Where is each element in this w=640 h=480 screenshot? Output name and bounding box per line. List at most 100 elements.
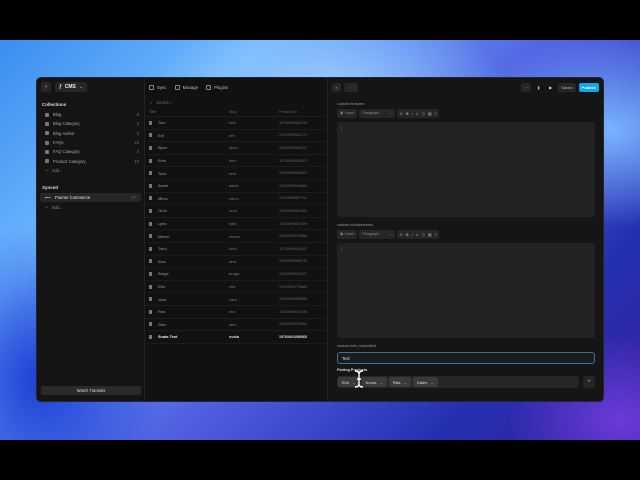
tab-plugins[interactable]: Plugins xyxy=(206,84,229,90)
plus-icon: + xyxy=(45,204,48,210)
table-row[interactable]: Asbel asbel 15760599504809 xyxy=(145,180,327,193)
row-product-id: 15760599569537 xyxy=(279,145,307,150)
sidebar-item-collection[interactable]: Blog Category 3 xyxy=(37,119,144,128)
table-row[interactable]: Vara vara 15760599880589 xyxy=(145,293,327,306)
bold-icon[interactable]: B xyxy=(406,111,409,116)
bold-icon[interactable]: B xyxy=(406,232,409,237)
table-row[interactable]: Svala Test svala 15760601098565 xyxy=(145,331,327,344)
table-row[interactable]: Rea rea 15760599474705 xyxy=(145,306,327,319)
chevron-down-icon[interactable]: ⌄ xyxy=(430,380,433,385)
table-row[interactable]: Erit erit 15760599581272 xyxy=(145,130,327,143)
table-row[interactable]: Bjorn bjorn 15760599569537 xyxy=(145,142,327,155)
table-row[interactable]: Maren maren 15760599575965 xyxy=(145,230,327,243)
document-icon xyxy=(149,183,152,188)
table-row[interactable]: Einn einn 15760599630873 xyxy=(145,155,327,168)
row-title-cell: Einn xyxy=(145,158,229,163)
italic-icon[interactable]: I xyxy=(412,232,413,237)
paragraph-select[interactable]: Paragraph ⌄ xyxy=(359,108,396,118)
document-icon xyxy=(149,171,152,176)
row-slug: lyria xyxy=(229,221,237,227)
link-icon[interactable]: ⊘ xyxy=(399,232,402,237)
underline-icon[interactable]: ∪ xyxy=(416,232,419,237)
paragraph-select-label: Paragraph xyxy=(362,232,380,236)
analytics-button[interactable]: ▮ xyxy=(534,83,543,92)
product-tag[interactable]: Norna ⌄ xyxy=(361,377,387,387)
row-product-id: 15760599880589 xyxy=(279,297,307,302)
column-title[interactable]: Title xyxy=(145,110,229,114)
row-product-id: 15766599482153 xyxy=(279,120,307,125)
italic-icon[interactable]: I xyxy=(412,111,413,116)
column-product-id[interactable]: Product ID xyxy=(279,110,297,114)
code-icon[interactable]: ⟨⟩ xyxy=(422,232,425,237)
table-row[interactable]: Tove tove 15760599886407 xyxy=(145,167,327,180)
insert-icon: ▣ xyxy=(340,111,344,115)
sidebar-item-collection[interactable]: Product Category 10 xyxy=(37,156,144,165)
row-title: Brage xyxy=(158,271,169,277)
manage-icon xyxy=(174,84,180,90)
add-synced-button[interactable]: + Add... xyxy=(37,202,144,211)
sidebar-item-collection[interactable]: Blog 8 xyxy=(37,110,144,119)
text-cursor-icon xyxy=(354,370,364,388)
row-product-id: 15760599504809 xyxy=(279,183,307,188)
row-slug: einn xyxy=(229,158,237,164)
list-icon[interactable]: ≡ xyxy=(435,111,437,116)
included-textarea[interactable]: | xyxy=(337,243,595,338)
tab-plugins-label: Plugins xyxy=(214,84,229,90)
chevron-down-icon[interactable]: ⌄ xyxy=(379,380,382,385)
preview-button[interactable]: ▶ xyxy=(546,83,555,92)
search-input[interactable]: ⌕ Search... xyxy=(145,96,327,108)
table-body: Tom tom 15766599482153 Erit erit 157605995812… xyxy=(145,117,327,344)
table-row[interactable]: Mirco mirco 15760599557751 xyxy=(145,193,327,206)
document-icon xyxy=(149,234,152,239)
tab-sync[interactable]: Sync xyxy=(149,84,167,90)
product-tag[interactable]: Dalen ⌄ xyxy=(412,377,438,387)
table-row[interactable]: Orrio orrio 15760599481881 xyxy=(145,205,327,218)
sidebar-item-count: 10 xyxy=(134,158,139,164)
image-icon[interactable]: ▦ xyxy=(428,232,432,237)
play-icon: ▶ xyxy=(549,84,553,90)
more-button[interactable]: ··· xyxy=(521,82,532,92)
nav-arrows[interactable]: ‹ › xyxy=(344,82,358,92)
image-icon[interactable]: ▦ xyxy=(428,111,432,116)
insert-button[interactable]: ▣ Insert xyxy=(337,108,358,118)
table-row[interactable]: Sten sten 15760599702981 xyxy=(145,319,327,332)
product-tag[interactable]: Rikk ⌄ xyxy=(388,377,411,387)
table-row[interactable]: Tom tom 15766599482153 xyxy=(145,117,327,130)
table-row[interactable]: Elia elia 15760599778865 xyxy=(145,281,327,294)
row-product-id: 15760599474705 xyxy=(279,309,307,314)
sidebar-item-collection[interactable]: FAQ Category 4 xyxy=(37,147,144,156)
row-title: Torio xyxy=(158,246,167,252)
chevron-down-icon[interactable]: ⌄ xyxy=(404,380,407,385)
cms-menu-button[interactable]: ƒ CMS ⌄ xyxy=(55,82,88,92)
sidebar-item-synced[interactable]: ⟵ Framer Commerce 17 xyxy=(40,193,141,203)
sidebar-item-collection[interactable]: Blog Author 2 xyxy=(37,129,144,138)
paragraph-select[interactable]: Paragraph ⌄ xyxy=(359,229,396,239)
sidebar-item-collection[interactable]: FAQs 24 xyxy=(37,138,144,147)
text-matchfield-input[interactable]: Test xyxy=(337,352,595,364)
tab-manage[interactable]: Manage xyxy=(174,84,198,90)
insert-button[interactable]: ▣ Insert xyxy=(337,229,358,239)
underline-icon[interactable]: ∪ xyxy=(416,111,419,116)
insert-label: Insert xyxy=(345,232,355,236)
column-slug[interactable]: Slug xyxy=(229,110,279,114)
watch-tutorials-button[interactable]: Watch Tutorials xyxy=(41,386,141,395)
collection-icon xyxy=(45,140,49,145)
code-icon[interactable]: ⟨⟩ xyxy=(422,111,425,116)
table-row[interactable]: Alva alva 15760599568745 xyxy=(145,256,327,269)
table-row[interactable]: Brage brage 15760599633871 xyxy=(145,268,327,281)
pairing-products-tags[interactable]: Eldr ⌄ Norna ⌄ Rikk ⌄ Dalen ⌄ xyxy=(337,376,579,388)
back-button[interactable]: ‹ xyxy=(41,82,51,92)
close-button[interactable]: × xyxy=(332,82,341,92)
list-icon[interactable]: ≡ xyxy=(435,232,437,237)
sidebar-item-label: Blog xyxy=(53,112,62,118)
publish-button[interactable]: Publish xyxy=(578,82,599,92)
chevron-right-icon: › xyxy=(351,84,353,90)
features-textarea[interactable]: | xyxy=(337,122,595,217)
add-collection-button[interactable]: + Add... xyxy=(37,166,144,175)
close-icon: × xyxy=(335,84,338,90)
table-row[interactable]: Torio torio 15760599440437 xyxy=(145,243,327,256)
table-row[interactable]: Lyria lyria 15760599831969 xyxy=(145,218,327,231)
add-pairing-button[interactable]: + xyxy=(583,376,595,388)
link-icon[interactable]: ⊘ xyxy=(399,111,402,116)
included-rich-text-toolbar: ▣ Insert Paragraph ⌄ ⊘ B I ∪ ⟨⟩ ▦ ≡ xyxy=(337,229,603,239)
